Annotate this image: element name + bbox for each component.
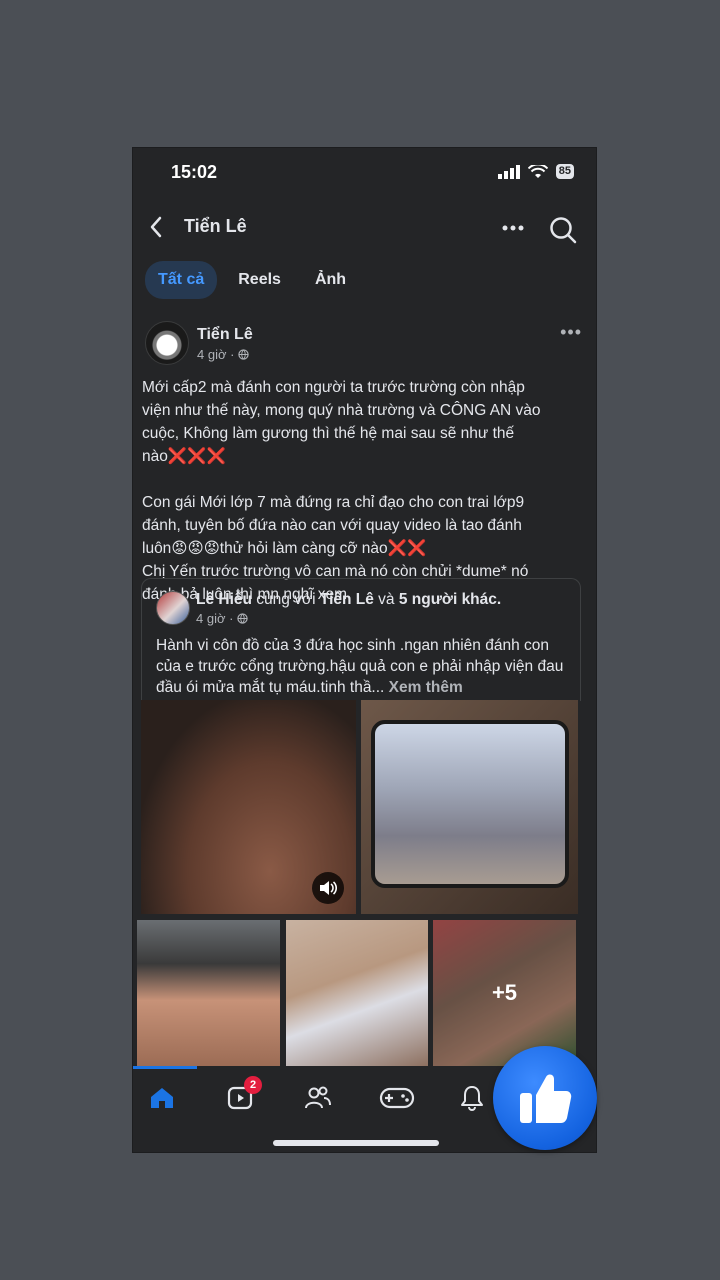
signal-icon — [497, 164, 520, 179]
nav-friends[interactable] — [303, 1084, 331, 1112]
post-timestamp: 4 giờ · — [197, 347, 250, 362]
post-text: Mới cấp2 mà đánh con người ta trước trườ… — [142, 379, 541, 603]
more-photos-count[interactable]: +5 — [433, 920, 576, 1066]
nav-home[interactable] — [148, 1084, 176, 1112]
speaker-icon — [320, 881, 337, 895]
shared-author-avatar[interactable] — [156, 591, 190, 625]
home-icon — [151, 1088, 173, 1108]
wifi-icon — [527, 164, 548, 178]
battery-indicator: 85 — [555, 164, 574, 179]
post-time-text: 4 giờ · — [197, 347, 235, 362]
filter-tabs: Tất cả Reels Ảnh — [145, 261, 359, 299]
like-reaction-bubble — [493, 1046, 597, 1150]
status-time: 15:02 — [171, 162, 218, 182]
shared-text: Hành vi côn đồ của 3 đứa học sinh .ngan … — [156, 635, 576, 698]
back-arrow-icon[interactable] — [149, 216, 163, 238]
video-badge: 2 — [244, 1076, 262, 1094]
more-options-icon[interactable] — [501, 224, 525, 232]
home-indicator — [273, 1140, 439, 1146]
thumbs-up-icon — [520, 1074, 572, 1123]
nav-notifications[interactable] — [458, 1084, 486, 1112]
sound-toggle[interactable] — [312, 872, 344, 904]
globe-icon — [238, 349, 250, 360]
shared-others-link[interactable]: 5 người khác. — [399, 591, 501, 608]
shared-text-body: Hành vi côn đồ của 3 đứa học sinh .ngan … — [156, 637, 564, 696]
tab-photos[interactable]: Ảnh — [302, 261, 359, 299]
phone-screen: 15:02 85 Tiển Lê Tất cả Reels Ảnh Tiển L… — [133, 148, 596, 1152]
shared-author-line: Lê Hiếu cùng với Tiển Lê và 5 người khác… — [196, 591, 501, 609]
post-more-icon[interactable]: ••• — [560, 322, 582, 343]
post-author-avatar[interactable] — [145, 321, 189, 365]
page-title: Tiển Lê — [184, 216, 247, 236]
post-photo-4[interactable] — [286, 920, 428, 1066]
post-photo-3[interactable] — [137, 920, 280, 1066]
post-video-1[interactable] — [141, 700, 356, 914]
shared-and-text: và — [373, 591, 399, 608]
nav-gaming[interactable] — [379, 1084, 415, 1112]
friends-icon — [305, 1086, 331, 1109]
shared-timestamp: 4 giờ · — [196, 611, 249, 626]
post-author-name[interactable]: Tiển Lê — [197, 326, 253, 344]
globe-icon — [237, 613, 249, 624]
tab-reels[interactable]: Reels — [225, 261, 294, 299]
nav-video[interactable]: 2 — [226, 1076, 262, 1112]
see-more-link[interactable]: Xem thêm — [384, 679, 463, 696]
post-photo-2[interactable] — [361, 700, 578, 914]
shared-tagged-name[interactable]: Tiển Lê — [320, 591, 374, 608]
shared-time-text: 4 giờ · — [196, 611, 234, 626]
gamepad-icon — [379, 1087, 415, 1109]
shared-post[interactable]: Lê Hiếu cùng với Tiển Lê và 5 người khác… — [141, 578, 581, 701]
active-tab-indicator — [133, 1066, 197, 1069]
shared-with-text: cùng với — [251, 591, 320, 608]
tab-all[interactable]: Tất cả — [145, 261, 218, 299]
status-icons: 85 — [497, 164, 574, 179]
phone-screen-photo — [371, 720, 569, 888]
post-photo-5[interactable]: +5 — [433, 920, 576, 1066]
shared-author-name[interactable]: Lê Hiếu — [196, 591, 252, 608]
search-icon[interactable] — [549, 216, 577, 244]
bell-icon — [461, 1086, 483, 1111]
